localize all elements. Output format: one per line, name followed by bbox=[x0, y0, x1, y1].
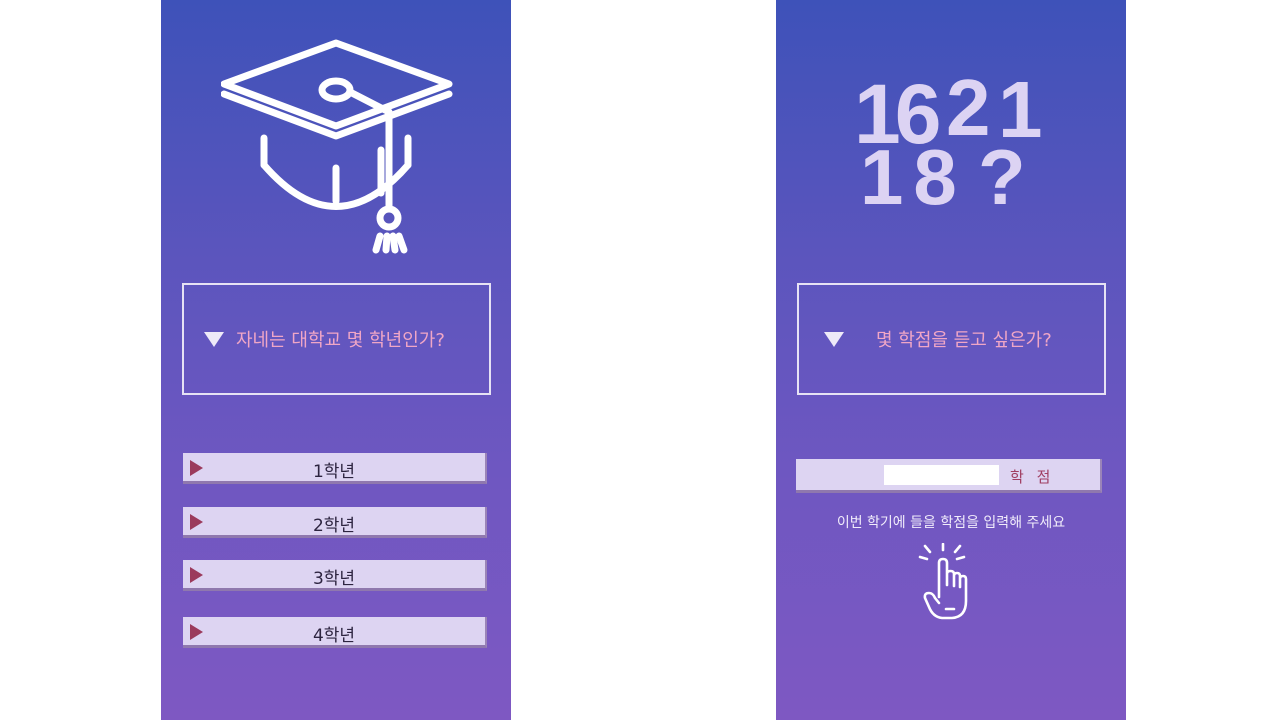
grade-1-button[interactable]: 1학년 bbox=[183, 453, 487, 484]
question-box: 자네는 대학교 몇 학년인가? bbox=[182, 283, 491, 395]
tap-finger-icon bbox=[916, 542, 972, 621]
grade-2-button[interactable]: 2학년 bbox=[183, 507, 487, 538]
credit-input-screen: 16 2 1 18 ? 몇 학점을 듣고 싶은가? 학 점 이번 학기에 들을 … bbox=[776, 0, 1126, 720]
grade-4-button[interactable]: 4학년 bbox=[183, 617, 487, 648]
question-box: 몇 학점을 듣고 싶은가? bbox=[797, 283, 1106, 395]
number-18: 18 bbox=[860, 133, 967, 221]
question-text: 자네는 대학교 몇 학년인가? bbox=[236, 330, 445, 351]
credit-unit-label: 학 점 bbox=[1010, 468, 1055, 486]
triangle-down-icon bbox=[204, 331, 224, 347]
grade-label: 4학년 bbox=[312, 626, 356, 646]
grade-select-screen: 자네는 대학교 몇 학년인가? 1학년 2학년 3학년 4학년 bbox=[161, 0, 511, 720]
numbers-graphic: 16 2 1 18 ? bbox=[846, 68, 1046, 218]
question-mark: ? bbox=[978, 133, 1026, 221]
triangle-down-icon bbox=[824, 331, 844, 347]
grade-3-button[interactable]: 3학년 bbox=[183, 560, 487, 591]
credit-input[interactable] bbox=[884, 465, 999, 485]
grade-label: 1학년 bbox=[312, 462, 356, 482]
credit-input-bar: 학 점 bbox=[796, 459, 1102, 493]
hint-text: 이번 학기에 들을 학점을 입력해 주세요 bbox=[836, 515, 1066, 531]
grade-label: 2학년 bbox=[312, 516, 356, 536]
grade-label: 3학년 bbox=[312, 569, 356, 589]
question-text: 몇 학점을 듣고 싶은가? bbox=[876, 330, 1052, 351]
graduation-cap-icon bbox=[220, 38, 453, 256]
